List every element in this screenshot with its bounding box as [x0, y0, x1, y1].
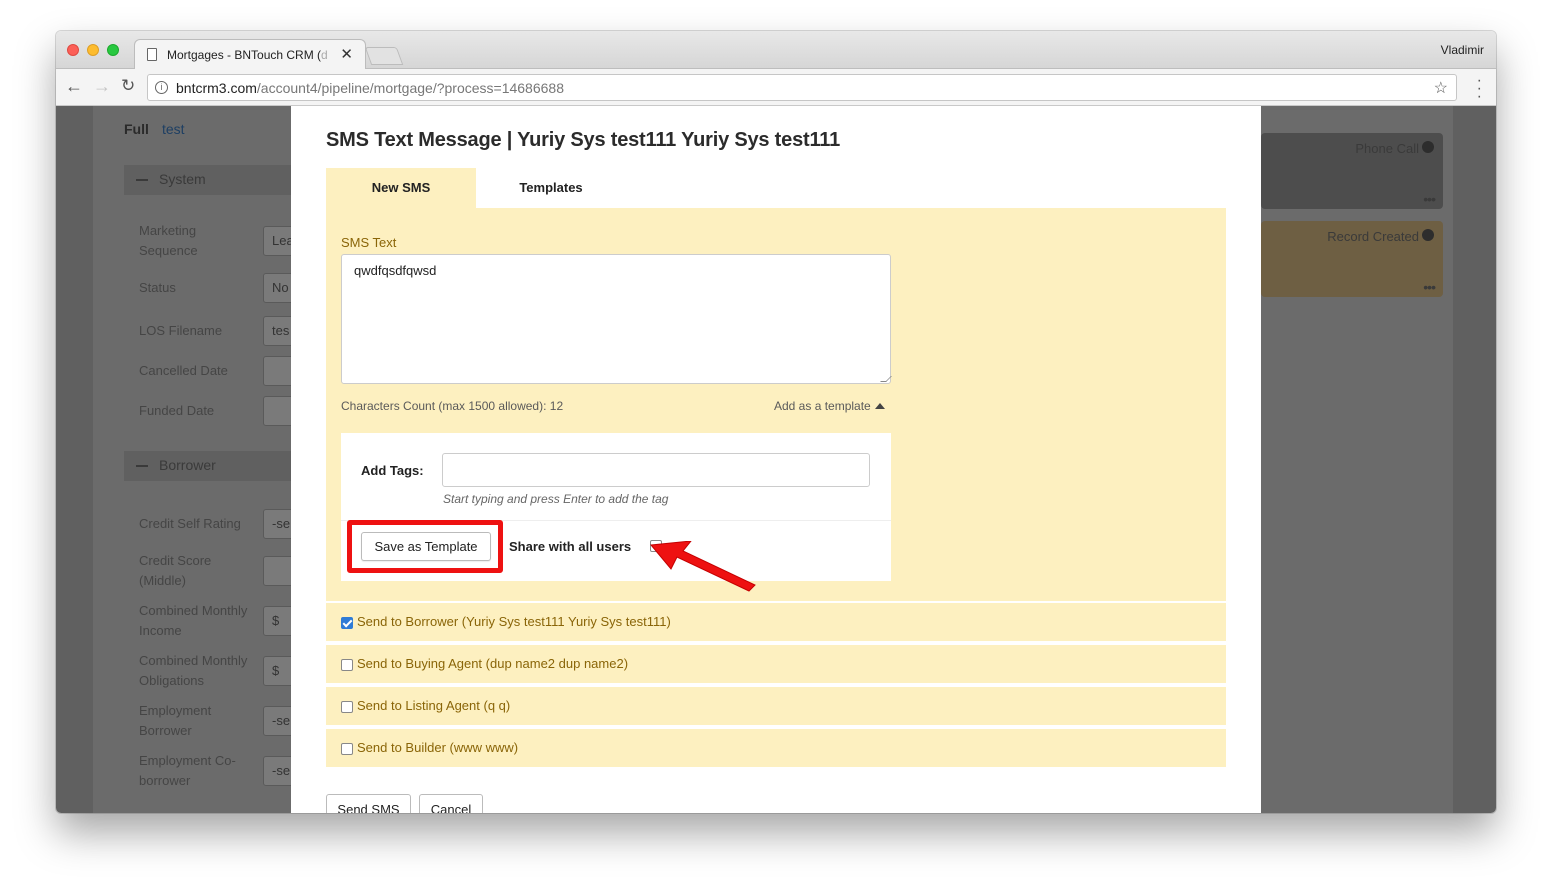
field-label: Status [139, 280, 176, 295]
caret-up-icon [874, 403, 885, 409]
annotation-arrow-icon [650, 541, 756, 592]
collapse-icon [136, 465, 148, 467]
share-with-all-users-label: Share with all users [509, 539, 632, 554]
bookmark-star-icon[interactable]: ☆ [1434, 78, 1448, 98]
browser-toolbar: ← → ↻ i bntcrm3.com/account4/pipeline/mo… [56, 69, 1496, 106]
url-text[interactable]: bntcrm3.com/account4/pipeline/mortgage/?… [176, 80, 564, 96]
minimize-window-button[interactable] [87, 44, 99, 56]
field-label: LOS Filename [139, 323, 223, 338]
profile-name[interactable]: Vladimir [1441, 43, 1484, 57]
field-label: Employment Co-borrower [139, 753, 236, 788]
maximize-window-button[interactable] [107, 44, 119, 56]
add-as-template-link[interactable]: Add as a template [774, 399, 885, 413]
new-sms-panel: SMS Text qwdfqsdfqwsd Characters Count (… [326, 208, 1226, 601]
browser-tab[interactable]: Mortgages - BNTouch CRM (d ✕ [134, 39, 366, 69]
full-link[interactable]: test [162, 121, 185, 137]
characters-count: Characters Count (max 1500 allowed): 12 [341, 399, 564, 413]
template-options-box: Add Tags: Start typing and press Enter t… [341, 433, 891, 592]
field-label: Credit Self Rating [139, 516, 241, 531]
add-tags-label: Add Tags: [361, 463, 424, 478]
recipient-checkbox[interactable] [341, 743, 353, 755]
collapse-icon [136, 179, 148, 181]
address-bar[interactable]: i bntcrm3.com/account4/pipeline/mortgage… [147, 74, 1457, 101]
modal-title: SMS Text Message | Yuriy Sys test111 Yur… [326, 129, 841, 151]
phone-icon [1422, 141, 1434, 153]
recipient-checkbox[interactable] [341, 701, 353, 713]
field-label: Credit Score (Middle) [139, 553, 212, 588]
activity-card-phone-call[interactable]: Phone Call ••• [1261, 133, 1443, 209]
close-window-button[interactable] [67, 44, 79, 56]
menu-kebab-icon[interactable]: · · · [1477, 73, 1482, 105]
tab-title: Mortgages - BNTouch CRM (d [167, 48, 328, 62]
more-options-icon[interactable]: ••• [1423, 191, 1436, 207]
sms-text-input[interactable]: qwdfqsdfqwsd [341, 254, 891, 384]
modal-tabs: New SMS Templates [326, 168, 1226, 208]
sms-modal: SMS Text Message | Yuriy Sys test111 Yur… [291, 106, 1261, 813]
tab-templates[interactable]: Templates [476, 168, 626, 208]
system-section-header[interactable]: System [124, 165, 304, 195]
send-sms-button[interactable]: Send SMS [326, 794, 411, 813]
field-label: Marketing Sequence [139, 223, 198, 258]
field-label: Combined Monthly Income [139, 603, 248, 638]
recipient-row[interactable]: Send to Borrower (Yuriy Sys test111 Yuri… [326, 601, 1226, 641]
cancel-button[interactable]: Cancel [419, 794, 483, 813]
recipient-row[interactable]: Send to Builder (www www) [326, 727, 1226, 767]
sms-text-label: SMS Text [341, 235, 397, 250]
field-label: Cancelled Date [139, 363, 228, 378]
reload-icon[interactable]: ↻ [121, 76, 135, 96]
title-bar: Mortgages - BNTouch CRM (d ✕ Vladimir [56, 31, 1496, 69]
activity-card-record-created[interactable]: Record Created ••• [1261, 221, 1443, 297]
tab-close-icon[interactable]: ✕ [340, 45, 353, 63]
field-label: Combined Monthly Obligations [139, 653, 248, 688]
document-icon [147, 48, 157, 61]
annotation-highlight-box: Save as Template [347, 520, 503, 573]
browser-window: Mortgages - BNTouch CRM (d ✕ Vladimir ← … [56, 31, 1496, 813]
recipient-checkbox[interactable] [341, 617, 353, 629]
page-content: Full test System Marketing Sequence Lea S… [56, 106, 1496, 813]
tags-input[interactable] [442, 453, 870, 487]
full-label: Full [124, 121, 149, 137]
plus-circle-icon [1422, 229, 1434, 241]
borrower-section-header[interactable]: Borrower [124, 451, 304, 481]
tab-new-sms[interactable]: New SMS [326, 168, 476, 208]
tags-hint: Start typing and press Enter to add the … [443, 492, 669, 506]
info-icon[interactable]: i [155, 81, 168, 94]
forward-arrow-icon[interactable]: → [93, 76, 111, 97]
recipient-checkbox[interactable] [341, 659, 353, 671]
field-label: Funded Date [139, 403, 215, 418]
save-as-template-button[interactable]: Save as Template [361, 532, 491, 561]
more-options-icon[interactable]: ••• [1423, 279, 1436, 295]
new-tab-button[interactable] [364, 47, 404, 65]
back-arrow-icon[interactable]: ← [65, 76, 83, 97]
field-label: Employment Borrower [139, 703, 212, 738]
recipient-row[interactable]: Send to Listing Agent (q q) [326, 685, 1226, 725]
recipient-row[interactable]: Send to Buying Agent (dup name2 dup name… [326, 643, 1226, 683]
